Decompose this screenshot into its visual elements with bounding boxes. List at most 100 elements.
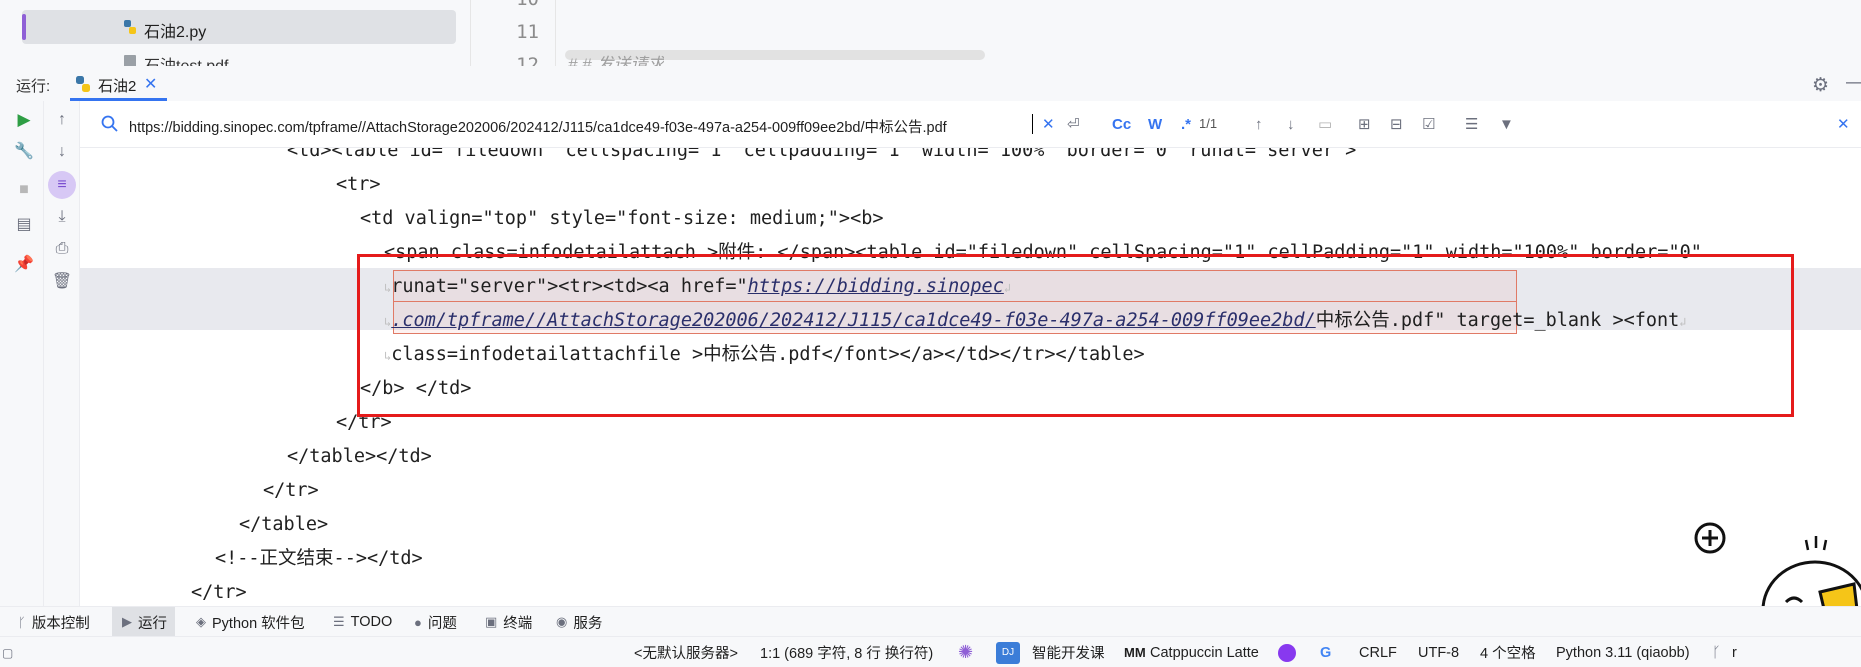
close-icon[interactable]: ✕ [144,74,157,94]
run-tab-label: 石油2 [98,78,137,95]
tool-tab-label: 运行 [138,615,167,632]
project-file-item[interactable]: 石油2.py [22,10,456,44]
code-line: </table> [239,514,329,535]
filter-list-icon[interactable]: ☰ [1465,113,1478,135]
scroll-to-end-icon[interactable]: ⤓ [51,206,73,228]
print-icon[interactable]: ⎙ [51,238,73,260]
code-line: </tr> [263,480,319,501]
services-icon: ◉ [556,614,568,629]
run-tool-header: 运行: 石油2 ✕ ⚙ — [0,66,1861,101]
code-line: <td valign="top" style="font-size: mediu… [360,208,884,229]
tool-tab-services[interactable]: ◉ 服务 [556,607,602,637]
select-all-icon[interactable]: ▭ [1318,113,1332,135]
match-case-button[interactable]: Cc [1112,113,1131,135]
status-bar: ▢ <无默认服务器> 1:1 (689 字符, 8 行 换行符) ✺ DJ 智能… [0,636,1861,667]
run-tab[interactable]: 石油2 ✕ [70,66,167,101]
file-encoding[interactable]: UTF-8 [1418,637,1459,667]
selection-bar [22,14,26,40]
clear-search-icon[interactable]: ✕ [1042,113,1055,135]
theme-icon: MM [1124,645,1146,660]
info-icon: ● [414,614,422,630]
purple-dot [1278,643,1296,662]
search-input[interactable]: https://bidding.sinopec.com/tpframe//Att… [129,116,1032,137]
tool-tab-label: TODO [350,614,393,630]
project-file-item[interactable]: 石油test.pdf [22,48,456,66]
regex-button[interactable]: .* [1181,113,1191,135]
code-line: </table></td> [287,446,432,467]
red-annotation-box [357,254,1794,417]
tool-tab-label: Python 软件包 [212,615,305,632]
branch-icon: ᚴ [18,614,26,630]
pdf-file-icon [124,55,136,66]
tool-tab-label: 服务 [573,615,603,632]
branch-name[interactable]: r [1732,637,1737,667]
text-caret [1032,114,1033,134]
run-icon: ▶ [122,614,132,629]
tool-tab-label: 问题 [427,615,457,632]
soft-wrap-icon[interactable]: ≡ [48,171,76,199]
top-strip: 石油2.py 石油test.pdf 10 11 12 # # 发送请求 [0,0,1861,76]
close-find-icon[interactable]: ✕ [1837,113,1850,135]
layout-icon[interactable]: ▤ [13,213,35,235]
tool-tab-label: 版本控制 [31,615,90,632]
python-icon [76,76,90,92]
search-icon[interactable] [100,114,120,134]
filter-icon[interactable]: ▼ [1499,113,1514,135]
file-label: 石油2.py [144,24,207,41]
layers-icon: ◈ [196,614,206,629]
plugin-icon: DJ [996,641,1020,664]
run-icon[interactable]: ▶ [13,109,35,131]
tool-tab-vcs[interactable]: ᚴ 版本控制 [18,607,90,637]
color-dot-icon[interactable] [1278,637,1296,667]
wrench-icon[interactable]: 🔧 [13,140,35,162]
select-all-occurrences-icon[interactable]: ☑ [1422,113,1435,135]
run-toolbar-secondary: ↑ ↓ ≡ ⤓ ⎙ 🗑 [44,101,80,606]
code-line: </tr> [191,582,247,603]
branch-icon: ᚴ [1712,644,1721,661]
file-label: 石油test.pdf [144,52,228,66]
tool-tab-run[interactable]: ▶ 运行 [112,607,175,637]
run-toolbar-primary: ▶ 🔧 ■ ▤ 📌 [0,101,44,606]
tool-tab-todo[interactable]: ☰ TODO [333,607,392,637]
tool-tab-python-packages[interactable]: ◈ Python 软件包 [196,607,305,637]
tool-tab-terminal[interactable]: ▣ 终端 [485,607,532,637]
whole-words-button[interactable]: W [1148,113,1162,135]
tool-tab-label: 终端 [503,615,533,632]
gear-icon[interactable]: ⚙ [1812,74,1829,97]
remove-occurrence-icon[interactable]: ⊟ [1390,113,1403,135]
plugin-badge[interactable]: DJ [996,637,1020,667]
caret-position[interactable]: 1:1 (689 字符, 8 行 换行符) [760,637,933,667]
previous-match-icon[interactable]: ↑ [1255,113,1263,135]
find-bar: https://bidding.sinopec.com/tpframe//Att… [80,101,1861,148]
ai-assistant-icon[interactable]: ✺ [958,637,973,667]
pin-icon[interactable]: 📌 [13,253,35,275]
code-line: <tr> [336,174,381,195]
plugin-label[interactable]: 智能开发课 [1032,637,1105,667]
python-file-icon [124,20,136,34]
arrow-up-icon[interactable]: ↑ [51,109,73,131]
tool-tab-problems[interactable]: ● 问题 [414,607,457,637]
editor-gutter: 10 11 12 [470,0,556,76]
run-label: 运行: [16,78,51,95]
theme-name[interactable]: Catppuccin Latte [1150,637,1259,667]
line-number: 10 [516,0,539,10]
arrow-down-icon[interactable]: ↓ [51,141,73,163]
line-separator[interactable]: CRLF [1359,637,1397,667]
list-icon: ☰ [333,614,345,629]
editor-code-line: # # 发送请求 [568,55,665,66]
stop-icon[interactable]: ■ [13,179,35,201]
add-occurrence-icon[interactable]: ⊞ [1358,113,1371,135]
python-interpreter[interactable]: Python 3.11 (qiaobb) [1556,637,1690,667]
tool-window-bar: ᚴ 版本控制 ▶ 运行 ◈ Python 软件包 ☰ TODO ● 问题 ▣ 终端 ◉ 服务 [0,606,1861,637]
trash-icon[interactable]: 🗑 [51,270,73,292]
layout-toggle-icon[interactable]: ▢ [2,637,13,667]
server-status[interactable]: <无默认服务器> [634,637,738,667]
minimize-icon[interactable]: — [1846,72,1861,94]
google-icon[interactable]: G [1320,637,1331,667]
terminal-icon: ▣ [485,614,498,629]
code-line: <!--正文结束--></td> [215,548,423,569]
code-line: <td><table id="filedown" cellspacing="1"… [287,148,1357,161]
indent-setting[interactable]: 4 个空格 [1480,637,1536,667]
next-match-icon[interactable]: ↓ [1287,113,1295,135]
new-line-icon[interactable]: ⏎ [1067,113,1080,135]
